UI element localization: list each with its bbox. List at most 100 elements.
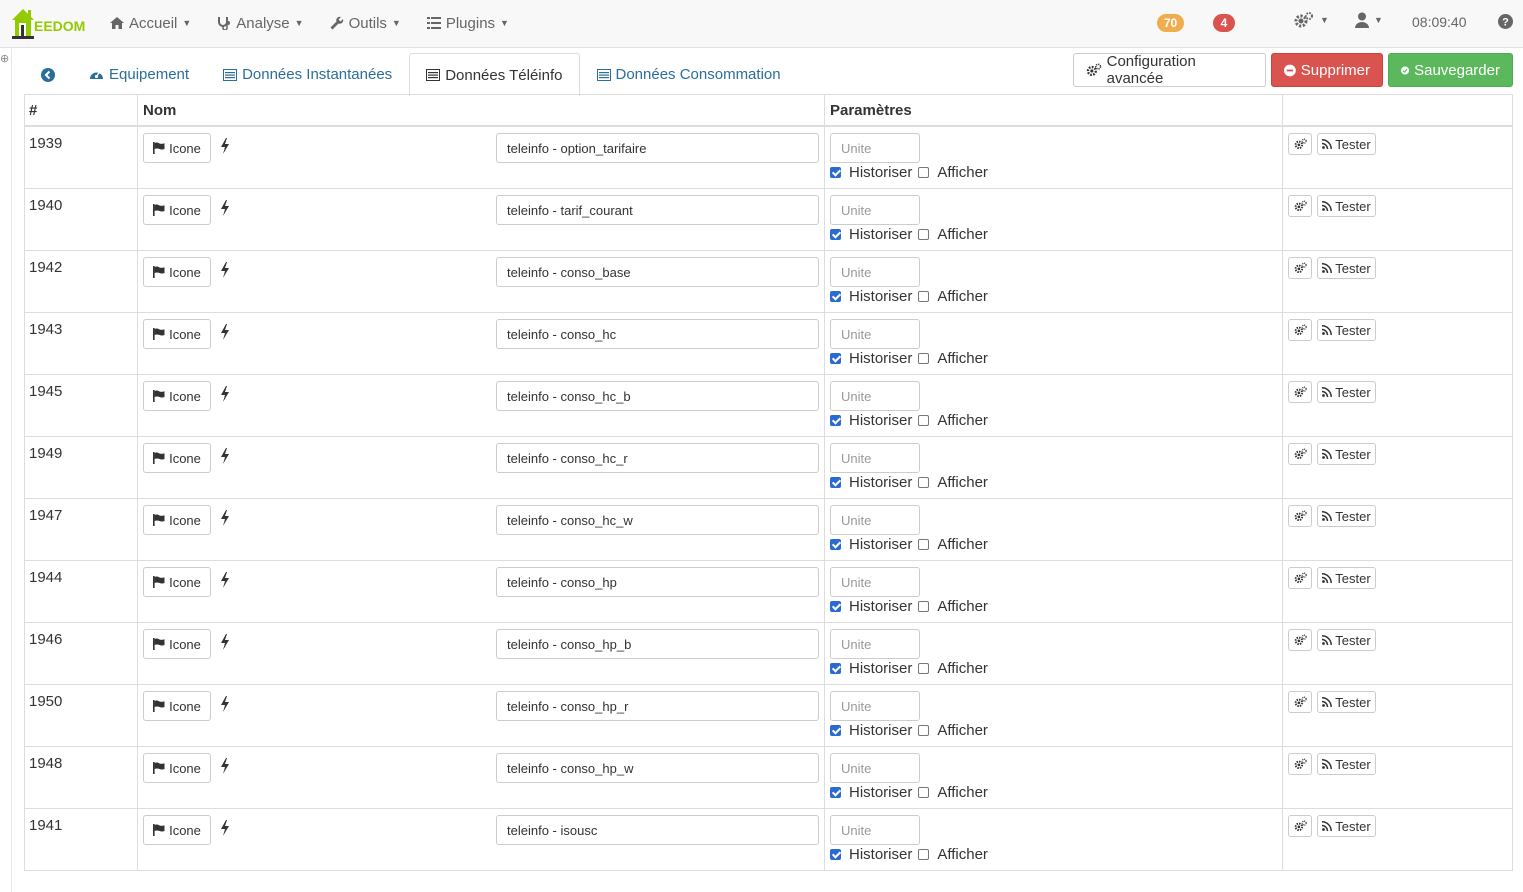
historize-checkbox[interactable] (830, 539, 841, 550)
unit-input[interactable] (830, 691, 920, 721)
choose-icon-button[interactable]: Icone (143, 133, 211, 163)
test-button[interactable]: Tester (1317, 815, 1376, 837)
sidebar-toggle-icon[interactable]: ⊕ (0, 52, 9, 65)
command-name-input[interactable] (496, 257, 819, 287)
choose-icon-button[interactable]: Icone (143, 567, 211, 597)
command-config-button[interactable] (1288, 133, 1312, 155)
display-checkbox[interactable] (918, 229, 930, 240)
user-menu[interactable]: ▼ (1355, 12, 1383, 28)
choose-icon-button[interactable]: Icone (143, 691, 211, 721)
display-checkbox[interactable] (918, 415, 930, 426)
command-config-button[interactable] (1288, 195, 1312, 217)
alerts-count-badge[interactable]: 4 (1213, 14, 1235, 32)
unit-input[interactable] (830, 815, 920, 845)
menu-accueil[interactable]: Accueil ▼ (110, 15, 191, 32)
command-config-button[interactable] (1288, 381, 1312, 403)
historize-checkbox[interactable] (830, 353, 841, 364)
command-config-button[interactable] (1288, 319, 1312, 341)
menu-outils[interactable]: Outils ▼ (330, 15, 401, 32)
display-checkbox[interactable] (918, 849, 930, 860)
delete-button[interactable]: Supprimer (1271, 53, 1383, 87)
command-config-button[interactable] (1288, 257, 1312, 279)
test-button[interactable]: Tester (1317, 195, 1376, 217)
historize-checkbox[interactable] (830, 787, 841, 798)
unit-input[interactable] (830, 567, 920, 597)
display-checkbox[interactable] (918, 539, 930, 550)
display-checkbox[interactable] (918, 601, 930, 612)
test-button[interactable]: Tester (1317, 443, 1376, 465)
command-config-button[interactable] (1288, 505, 1312, 527)
tab-equipement[interactable]: Equipement (72, 53, 206, 95)
command-name-input[interactable] (496, 319, 819, 349)
command-config-button[interactable] (1288, 815, 1312, 837)
messages-count-badge[interactable]: 70 (1157, 14, 1184, 32)
historize-checkbox[interactable] (830, 415, 841, 426)
display-checkbox[interactable] (918, 291, 930, 302)
unit-input[interactable] (830, 319, 920, 349)
unit-input[interactable] (830, 629, 920, 659)
command-name-input[interactable] (496, 133, 819, 163)
historize-checkbox[interactable] (830, 849, 841, 860)
unit-input[interactable] (830, 753, 920, 783)
advanced-config-button[interactable]: Configuration avancée (1073, 53, 1266, 87)
historize-checkbox[interactable] (830, 663, 841, 674)
menu-analyse[interactable]: Analyse ▼ (217, 15, 304, 32)
tab-donnees-teleinfo[interactable]: Données Téléinfo (409, 53, 580, 96)
unit-input[interactable] (830, 133, 920, 163)
command-config-button[interactable] (1288, 753, 1312, 775)
unit-input[interactable] (830, 505, 920, 535)
command-name-input[interactable] (496, 567, 819, 597)
choose-icon-button[interactable]: Icone (143, 815, 211, 845)
unit-input[interactable] (830, 381, 920, 411)
command-config-button[interactable] (1288, 567, 1312, 589)
tab-donnees-consommation[interactable]: Données Consommation (580, 53, 798, 95)
command-name-input[interactable] (496, 381, 819, 411)
settings-menu[interactable]: ▼ (1293, 12, 1329, 28)
save-button[interactable]: Sauvegarder (1388, 53, 1513, 87)
unit-input[interactable] (830, 443, 920, 473)
command-name-input[interactable] (496, 815, 819, 845)
historize-checkbox[interactable] (830, 291, 841, 302)
historize-checkbox[interactable] (830, 477, 841, 488)
test-button[interactable]: Tester (1317, 567, 1376, 589)
unit-input[interactable] (830, 195, 920, 225)
choose-icon-button[interactable]: Icone (143, 381, 211, 411)
display-checkbox[interactable] (918, 663, 930, 674)
choose-icon-button[interactable]: Icone (143, 257, 211, 287)
tab-donnees-instantanees[interactable]: Données Instantanées (206, 53, 409, 95)
choose-icon-button[interactable]: Icone (143, 629, 211, 659)
command-name-input[interactable] (496, 443, 819, 473)
display-checkbox[interactable] (918, 353, 930, 364)
historize-checkbox[interactable] (830, 725, 841, 736)
test-button[interactable]: Tester (1317, 381, 1376, 403)
choose-icon-button[interactable]: Icone (143, 505, 211, 535)
historize-checkbox[interactable] (830, 601, 841, 612)
menu-plugins[interactable]: Plugins ▼ (426, 15, 509, 32)
test-button[interactable]: Tester (1317, 257, 1376, 279)
display-checkbox[interactable] (918, 477, 930, 488)
command-name-input[interactable] (496, 691, 819, 721)
test-button[interactable]: Tester (1317, 319, 1376, 341)
command-name-input[interactable] (496, 505, 819, 535)
choose-icon-button[interactable]: Icone (143, 753, 211, 783)
choose-icon-button[interactable]: Icone (143, 319, 211, 349)
tab-back[interactable] (24, 53, 72, 95)
test-button[interactable]: Tester (1317, 133, 1376, 155)
test-button[interactable]: Tester (1317, 629, 1376, 651)
choose-icon-button[interactable]: Icone (143, 443, 211, 473)
historize-checkbox[interactable] (830, 167, 841, 178)
help-icon[interactable]: ? (1498, 14, 1513, 29)
display-checkbox[interactable] (918, 167, 930, 178)
command-config-button[interactable] (1288, 691, 1312, 713)
command-config-button[interactable] (1288, 629, 1312, 651)
unit-input[interactable] (830, 257, 920, 287)
display-checkbox[interactable] (918, 787, 930, 798)
command-config-button[interactable] (1288, 443, 1312, 465)
display-checkbox[interactable] (918, 725, 930, 736)
command-name-input[interactable] (496, 195, 819, 225)
test-button[interactable]: Tester (1317, 505, 1376, 527)
command-name-input[interactable] (496, 629, 819, 659)
test-button[interactable]: Tester (1317, 753, 1376, 775)
test-button[interactable]: Tester (1317, 691, 1376, 713)
command-name-input[interactable] (496, 753, 819, 783)
